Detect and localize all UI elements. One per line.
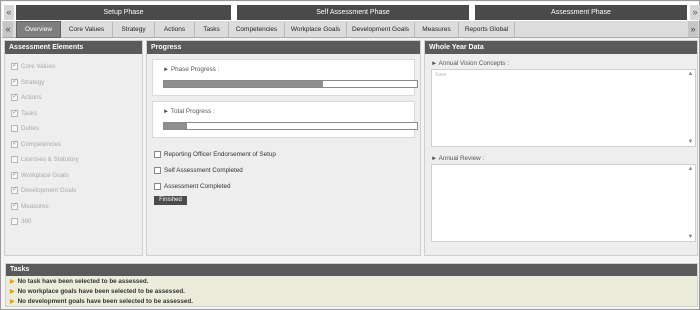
assessment-element-checkbox[interactable]: [11, 108, 18, 117]
assessment-elements-list: Core Values Strategy Actions Tasks Duties Com…: [5, 54, 142, 230]
assessment-element-label: Licenses & Statutory: [21, 156, 79, 164]
total-progress-block: ► Total Progress :: [152, 101, 418, 138]
assessment-element-label: Actions: [21, 94, 42, 102]
progress-panel: Progress ► Phase Progress : ► Total Prog…: [146, 40, 421, 256]
task-message: ▶ No workplace goals have been selected …: [10, 287, 185, 295]
assessment-element-label: Strategy: [21, 78, 45, 86]
assessment-element-item: Competencies: [11, 137, 142, 153]
assessment-element-item: Actions: [11, 90, 142, 106]
phase-progress-label: ► Phase Progress :: [163, 66, 220, 73]
assessment-elements-panel: Assessment Elements Core Values Strategy A…: [4, 40, 143, 256]
phase-bar: « Setup Phase Self Assessment Phase Asse…: [2, 2, 700, 21]
assessment-element-checkbox[interactable]: [11, 77, 18, 86]
phase-self-assessment[interactable]: Self Assessment Phase: [237, 5, 469, 20]
tasks-title: Tasks: [6, 264, 697, 276]
tab-actions[interactable]: Actions: [155, 22, 195, 37]
assessment-elements-title: Assessment Elements: [5, 41, 142, 54]
assessment-element-item: 360: [11, 214, 142, 230]
assessment-element-item: Tasks: [11, 106, 142, 122]
annual-review-textarea[interactable]: ▲ ▼: [431, 164, 696, 242]
assessment-element-item: Strategy: [11, 75, 142, 91]
phase-assessment[interactable]: Assessment Phase: [475, 5, 687, 20]
self-assessment-checkbox[interactable]: [154, 166, 161, 174]
whole-year-panel: Whole Year Data ► Annual Vision Concepts…: [424, 40, 698, 256]
annual-vision-textarea[interactable]: Save ▲ ▼: [431, 69, 696, 147]
total-progress-bar: [163, 122, 418, 130]
self-assessment-row: Self Assessment Completed: [154, 162, 420, 178]
phase-setup[interactable]: Setup Phase: [16, 5, 231, 20]
assessment-element-checkbox[interactable]: [11, 156, 18, 164]
tab-core-values[interactable]: Core Values: [61, 22, 113, 37]
tab-bar: « Overview Core Values Strategy Actions …: [2, 21, 699, 38]
assessment-element-item: Duties: [11, 121, 142, 137]
finished-button[interactable]: Finished: [154, 196, 187, 205]
arrow-right-icon: ▶: [10, 298, 15, 305]
tab-strategy[interactable]: Strategy: [113, 22, 155, 37]
tab-tasks[interactable]: Tasks: [195, 22, 229, 37]
scroll-down-icon[interactable]: ▼: [687, 234, 694, 240]
annual-vision-label: ► Annual Vision Concepts :: [431, 60, 509, 67]
tab-overview[interactable]: Overview: [16, 21, 61, 38]
assessment-element-checkbox[interactable]: [11, 92, 18, 102]
scroll-up-icon[interactable]: ▲: [687, 166, 694, 172]
phase-progress-fill: [164, 81, 324, 87]
task-message: ▶ No task have been selected to be asses…: [10, 277, 149, 285]
assessment-element-label: Duties: [21, 125, 39, 133]
assessment-element-label: Tasks: [21, 109, 38, 117]
tab-scroll-right-button[interactable]: »: [688, 21, 698, 37]
assessment-element-label: Measures: [21, 202, 49, 210]
arrow-right-icon: ▶: [10, 288, 15, 295]
assessment-element-item: Core Values: [11, 59, 142, 75]
assessment-element-checkbox[interactable]: [11, 125, 18, 133]
endorsement-checkbox[interactable]: [154, 150, 161, 158]
endorsement-label: Reporting Officer Endorsement of Setup: [164, 150, 276, 158]
assessment-completed-label: Assessment Completed: [164, 182, 231, 190]
assessment-element-item: Measures: [11, 199, 142, 215]
assessment-element-label: Core Values: [21, 63, 56, 71]
total-progress-label: ► Total Progress :: [163, 108, 215, 115]
app-frame: « Setup Phase Self Assessment Phase Asse…: [0, 0, 700, 310]
assessment-element-label: Competencies: [21, 140, 62, 148]
endorsement-row: Reporting Officer Endorsement of Setup: [154, 146, 420, 162]
assessment-completed-checkbox[interactable]: [154, 182, 161, 190]
tab-workplace-goals[interactable]: Workplace Goals: [285, 22, 347, 37]
phase-progress-bar: [163, 80, 418, 88]
assessment-element-checkbox[interactable]: [11, 170, 18, 179]
phase-progress-block: ► Phase Progress :: [152, 59, 418, 96]
assessment-element-checkbox[interactable]: [11, 139, 18, 148]
total-progress-fill: [164, 123, 187, 129]
assessment-completed-row: Assessment Completed: [154, 178, 420, 194]
tasks-panel: Tasks ▶ No task have been selected to be…: [5, 263, 698, 307]
self-assessment-label: Self Assessment Completed: [164, 166, 243, 174]
completion-checklist: Reporting Officer Endorsement of Setup S…: [154, 146, 420, 194]
tab-measures[interactable]: Measures: [415, 22, 459, 37]
assessment-element-checkbox[interactable]: [11, 61, 18, 71]
scroll-left-button[interactable]: «: [4, 5, 14, 20]
assessment-element-item: Licenses & Statutory: [11, 152, 142, 168]
tab-scroll-left-button[interactable]: «: [3, 21, 13, 37]
assessment-element-item: Development Goals: [11, 183, 142, 199]
task-message: ▶ No development goals have been selecte…: [10, 297, 193, 305]
tab-reports-global[interactable]: Reports Global: [459, 22, 515, 37]
arrow-right-icon: ▶: [10, 278, 15, 285]
assessment-element-checkbox[interactable]: [11, 201, 18, 210]
tab-competencies[interactable]: Competencies: [229, 22, 285, 37]
scroll-right-button[interactable]: »: [690, 5, 700, 20]
assessment-element-item: Workplace Goals: [11, 168, 142, 184]
scroll-up-icon[interactable]: ▲: [687, 71, 694, 77]
tab-development-goals[interactable]: Development Goals: [347, 22, 415, 37]
progress-title: Progress: [147, 41, 420, 54]
assessment-element-label: 360: [21, 218, 32, 226]
assessment-element-label: Workplace Goals: [21, 171, 69, 179]
whole-year-title: Whole Year Data: [425, 41, 697, 54]
assessment-element-checkbox[interactable]: [11, 185, 18, 195]
annual-review-label: ► Annual Review :: [431, 155, 485, 162]
assessment-element-checkbox[interactable]: [11, 218, 18, 226]
scroll-down-icon[interactable]: ▼: [687, 139, 694, 145]
assessment-element-label: Development Goals: [21, 187, 77, 195]
annual-vision-placeholder: Save: [435, 72, 447, 78]
